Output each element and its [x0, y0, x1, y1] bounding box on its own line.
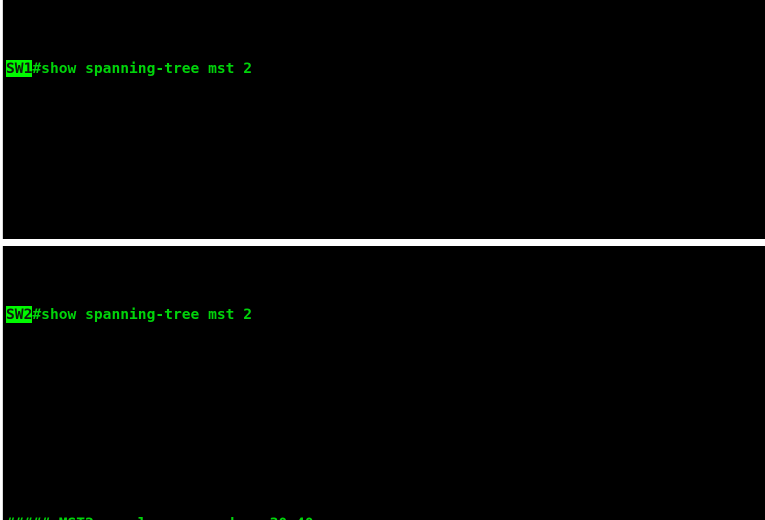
mst-instance-header-line: ##### MST2 vlans mapped: 30,40 — [6, 514, 765, 520]
terminal-pane-sw2[interactable]: SW2#show spanning-tree mst 2 ##### MST2 … — [2, 246, 765, 520]
vlans-mapped-label: vlans mapped: — [129, 515, 243, 520]
command-line: SW2#show spanning-tree mst 2 — [6, 305, 765, 324]
command-text: show spanning-tree mst 2 — [41, 60, 253, 77]
prompt-suffix: # — [32, 306, 42, 323]
terminal-output-sw1: SW1#show spanning-tree mst 2 ##### MST2 … — [3, 0, 765, 239]
command-text: show spanning-tree mst 2 — [41, 306, 253, 323]
terminal-pane-sw1[interactable]: SW1#show spanning-tree mst 2 ##### MST2 … — [2, 0, 765, 239]
prompt-suffix: # — [32, 60, 42, 77]
mst-instance-header: ##### MST2 — [6, 515, 94, 520]
hostname-prompt: SW1 — [6, 60, 33, 77]
command-line: SW1#show spanning-tree mst 2 — [6, 59, 765, 78]
vlans-mapped-value: 30,40 — [270, 515, 314, 520]
terminal-output-sw2: SW2#show spanning-tree mst 2 ##### MST2 … — [3, 246, 765, 520]
terminal-screen: SW1#show spanning-tree mst 2 ##### MST2 … — [0, 0, 765, 520]
hostname-prompt: SW2 — [6, 306, 33, 323]
